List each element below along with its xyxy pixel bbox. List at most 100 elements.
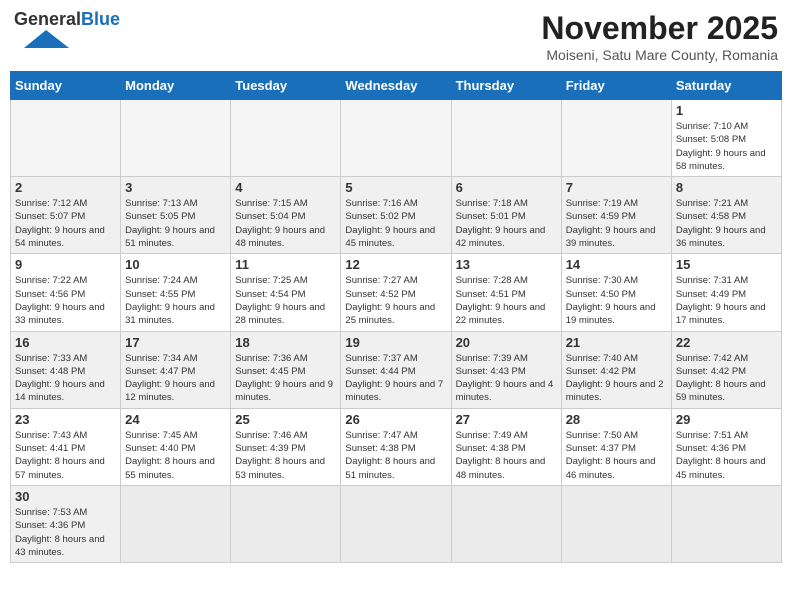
- calendar-cell-week5-day3: 25Sunrise: 7:46 AM Sunset: 4:39 PM Dayli…: [231, 408, 341, 485]
- day-info: Sunrise: 7:47 AM Sunset: 4:38 PM Dayligh…: [345, 429, 446, 482]
- weekday-header-thursday: Thursday: [451, 72, 561, 100]
- day-number: 14: [566, 257, 667, 272]
- day-info: Sunrise: 7:39 AM Sunset: 4:43 PM Dayligh…: [456, 352, 557, 405]
- logo-icon: [14, 28, 69, 48]
- calendar-cell-week6-day3: [231, 485, 341, 562]
- day-number: 6: [456, 180, 557, 195]
- day-number: 17: [125, 335, 226, 350]
- calendar-cell-week6-day7: [671, 485, 781, 562]
- day-number: 24: [125, 412, 226, 427]
- day-info: Sunrise: 7:10 AM Sunset: 5:08 PM Dayligh…: [676, 120, 777, 173]
- calendar-cell-week1-day1: [11, 100, 121, 177]
- title-area: November 2025 Moiseni, Satu Mare County,…: [541, 10, 778, 63]
- day-info: Sunrise: 7:49 AM Sunset: 4:38 PM Dayligh…: [456, 429, 557, 482]
- calendar-cell-week4-day5: 20 Sunrise: 7:39 AM Sunset: 4:43 PM Dayli…: [451, 331, 561, 408]
- calendar-cell-week1-day7: 1 Sunrise: 7:10 AM Sunset: 5:08 PM Daylig…: [671, 100, 781, 177]
- logo-text-general: General: [14, 10, 81, 28]
- day-number: 20: [456, 335, 557, 350]
- weekday-header-saturday: Saturday: [671, 72, 781, 100]
- day-number: 23: [15, 412, 116, 427]
- calendar-cell-week6-day2: [121, 485, 231, 562]
- calendar-cell-week4-day2: 17 Sunrise: 7:34 AM Sunset: 4:47 PM Dayli…: [121, 331, 231, 408]
- day-info: Sunrise: 7:12 AM Sunset: 5:07 PM Dayligh…: [15, 197, 116, 250]
- logo-text-blue: Blue: [81, 10, 120, 28]
- location-subtitle: Moiseni, Satu Mare County, Romania: [541, 47, 778, 63]
- calendar-cell-week6-day4: [341, 485, 451, 562]
- calendar-cell-week6-day5: [451, 485, 561, 562]
- calendar-cell-week5-day7: 29 Sunrise: 7:51 AM Sunset: 4:36 PM Dayli…: [671, 408, 781, 485]
- calendar-cell-week3-day2: 10 Sunrise: 7:24 AM Sunset: 4:55 PM Dayli…: [121, 254, 231, 331]
- day-info: Sunrise: 7:45 AM Sunset: 4:40 PM Dayligh…: [125, 429, 226, 482]
- calendar-cell-week6-day6: [561, 485, 671, 562]
- weekday-header-row: SundayMondayTuesdayWednesdayThursdayFrid…: [11, 72, 782, 100]
- weekday-header-friday: Friday: [561, 72, 671, 100]
- calendar-cell-week3-day1: 9 Sunrise: 7:22 AM Sunset: 4:56 PM Daylig…: [11, 254, 121, 331]
- day-info: Sunrise: 7:34 AM Sunset: 4:47 PM Dayligh…: [125, 352, 226, 405]
- day-number: 1: [676, 103, 777, 118]
- calendar-cell-week2-day2: 3Sunrise: 7:13 AM Sunset: 5:05 PM Daylig…: [121, 177, 231, 254]
- calendar-cell-week2-day6: 7 Sunrise: 7:19 AM Sunset: 4:59 PM Daylig…: [561, 177, 671, 254]
- calendar-cell-week5-day1: 23 Sunrise: 7:43 AM Sunset: 4:41 PM Dayli…: [11, 408, 121, 485]
- calendar-cell-week1-day5: [451, 100, 561, 177]
- day-number: 12: [345, 257, 446, 272]
- day-number: 13: [456, 257, 557, 272]
- day-info: Sunrise: 7:25 AM Sunset: 4:54 PM Dayligh…: [235, 274, 336, 327]
- day-info: Sunrise: 7:31 AM Sunset: 4:49 PM Dayligh…: [676, 274, 777, 327]
- logo: General Blue: [14, 10, 120, 48]
- day-info: Sunrise: 7:19 AM Sunset: 4:59 PM Dayligh…: [566, 197, 667, 250]
- day-info: Sunrise: 7:43 AM Sunset: 4:41 PM Dayligh…: [15, 429, 116, 482]
- day-number: 16: [15, 335, 116, 350]
- calendar-cell-week4-day4: 19Sunrise: 7:37 AM Sunset: 4:44 PM Dayli…: [341, 331, 451, 408]
- day-number: 22: [676, 335, 777, 350]
- calendar-cell-week2-day4: 5Sunrise: 7:16 AM Sunset: 5:02 PM Daylig…: [341, 177, 451, 254]
- day-number: 26: [345, 412, 446, 427]
- day-number: 21: [566, 335, 667, 350]
- day-number: 7: [566, 180, 667, 195]
- calendar-cell-week3-day6: 14 Sunrise: 7:30 AM Sunset: 4:50 PM Dayli…: [561, 254, 671, 331]
- day-number: 8: [676, 180, 777, 195]
- calendar-cell-week2-day7: 8 Sunrise: 7:21 AM Sunset: 4:58 PM Daylig…: [671, 177, 781, 254]
- header: General Blue November 2025 Moiseni, Satu…: [10, 10, 782, 63]
- calendar-cell-week1-day2: [121, 100, 231, 177]
- calendar-cell-week2-day5: 6Sunrise: 7:18 AM Sunset: 5:01 PM Daylig…: [451, 177, 561, 254]
- day-number: 15: [676, 257, 777, 272]
- day-info: Sunrise: 7:36 AM Sunset: 4:45 PM Dayligh…: [235, 352, 336, 405]
- day-info: Sunrise: 7:21 AM Sunset: 4:58 PM Dayligh…: [676, 197, 777, 250]
- day-number: 27: [456, 412, 557, 427]
- calendar-cell-week5-day4: 26 Sunrise: 7:47 AM Sunset: 4:38 PM Dayli…: [341, 408, 451, 485]
- calendar-cell-week3-day4: 12 Sunrise: 7:27 AM Sunset: 4:52 PM Dayli…: [341, 254, 451, 331]
- day-number: 29: [676, 412, 777, 427]
- calendar-cell-week5-day5: 27 Sunrise: 7:49 AM Sunset: 4:38 PM Dayli…: [451, 408, 561, 485]
- calendar-week-row-4: 16 Sunrise: 7:33 AM Sunset: 4:48 PM Dayli…: [11, 331, 782, 408]
- calendar-cell-week4-day1: 16 Sunrise: 7:33 AM Sunset: 4:48 PM Dayli…: [11, 331, 121, 408]
- calendar-week-row-1: 1 Sunrise: 7:10 AM Sunset: 5:08 PM Daylig…: [11, 100, 782, 177]
- day-info: Sunrise: 7:51 AM Sunset: 4:36 PM Dayligh…: [676, 429, 777, 482]
- weekday-header-tuesday: Tuesday: [231, 72, 341, 100]
- calendar-cell-week3-day7: 15 Sunrise: 7:31 AM Sunset: 4:49 PM Dayli…: [671, 254, 781, 331]
- calendar-cell-week1-day6: [561, 100, 671, 177]
- day-info: Sunrise: 7:27 AM Sunset: 4:52 PM Dayligh…: [345, 274, 446, 327]
- calendar-cell-week3-day3: 11Sunrise: 7:25 AM Sunset: 4:54 PM Dayli…: [231, 254, 341, 331]
- day-info: Sunrise: 7:16 AM Sunset: 5:02 PM Dayligh…: [345, 197, 446, 250]
- day-info: Sunrise: 7:22 AM Sunset: 4:56 PM Dayligh…: [15, 274, 116, 327]
- day-info: Sunrise: 7:33 AM Sunset: 4:48 PM Dayligh…: [15, 352, 116, 405]
- day-number: 2: [15, 180, 116, 195]
- day-info: Sunrise: 7:46 AM Sunset: 4:39 PM Dayligh…: [235, 429, 336, 482]
- calendar-cell-week1-day4: [341, 100, 451, 177]
- day-number: 9: [15, 257, 116, 272]
- calendar-cell-week5-day2: 24 Sunrise: 7:45 AM Sunset: 4:40 PM Dayli…: [121, 408, 231, 485]
- calendar-cell-week5-day6: 28Sunrise: 7:50 AM Sunset: 4:37 PM Dayli…: [561, 408, 671, 485]
- day-info: Sunrise: 7:50 AM Sunset: 4:37 PM Dayligh…: [566, 429, 667, 482]
- weekday-header-wednesday: Wednesday: [341, 72, 451, 100]
- day-info: Sunrise: 7:24 AM Sunset: 4:55 PM Dayligh…: [125, 274, 226, 327]
- day-number: 10: [125, 257, 226, 272]
- day-number: 4: [235, 180, 336, 195]
- calendar-cell-week4-day3: 18Sunrise: 7:36 AM Sunset: 4:45 PM Dayli…: [231, 331, 341, 408]
- day-info: Sunrise: 7:30 AM Sunset: 4:50 PM Dayligh…: [566, 274, 667, 327]
- calendar-week-row-3: 9 Sunrise: 7:22 AM Sunset: 4:56 PM Daylig…: [11, 254, 782, 331]
- calendar-week-row-2: 2 Sunrise: 7:12 AM Sunset: 5:07 PM Daylig…: [11, 177, 782, 254]
- day-number: 19: [345, 335, 446, 350]
- weekday-header-monday: Monday: [121, 72, 231, 100]
- day-number: 30: [15, 489, 116, 504]
- day-number: 3: [125, 180, 226, 195]
